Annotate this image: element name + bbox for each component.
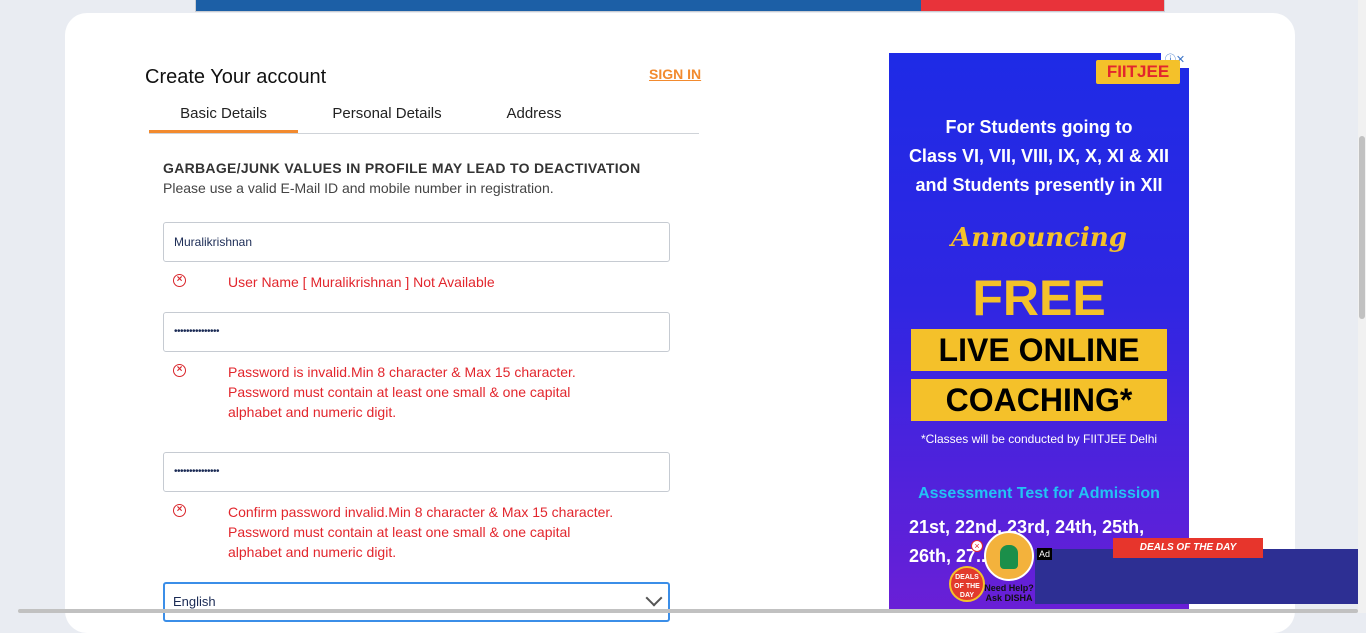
ad-coaching: COACHING* [911, 379, 1167, 421]
form-tabs: Basic Details Personal Details Address [149, 99, 699, 134]
top-ad-banner-accent [921, 0, 1164, 11]
tab-basic-details[interactable]: Basic Details [149, 99, 298, 133]
disha-avatar [984, 531, 1034, 581]
close-icon[interactable]: × [971, 540, 983, 552]
ad-note: *Classes will be conducted by FIITJEE De… [920, 432, 1158, 446]
confirm-password-error: Confirm password invalid.Min 8 character… [228, 504, 614, 560]
deals-badge[interactable]: DEALS OF THE DAY [949, 566, 985, 602]
username-error: User Name [ Muralikrishnan ] Not Availab… [228, 274, 495, 290]
ad-assessment: Assessment Test for Admission [918, 485, 1160, 502]
top-ad-banner[interactable] [195, 0, 1165, 12]
password-error: Password is invalid.Min 8 character & Ma… [228, 364, 576, 420]
chevron-down-icon [645, 589, 663, 607]
error-icon: × [173, 274, 186, 287]
warning-subtitle: Please use a valid E-Mail ID and mobile … [163, 180, 554, 196]
fiitjee-ad[interactable]: ⓘ✕ FIITJEE For Students going to Class V… [889, 53, 1189, 613]
error-icon: × [173, 504, 186, 517]
ad-live-online: LIVE ONLINE [911, 329, 1167, 371]
warning-title: GARBAGE/JUNK VALUES IN PROFILE MAY LEAD … [163, 160, 641, 176]
sign-in-link[interactable]: SIGN IN [649, 66, 701, 82]
language-select[interactable]: English [163, 582, 670, 622]
ad-free: FREE [972, 270, 1106, 326]
ad-brand-logo: FIITJEE [1096, 60, 1180, 84]
tab-address[interactable]: Address [479, 99, 589, 133]
disha-help-widget[interactable]: Need Help? Ask DISHA [983, 531, 1035, 606]
deals-of-the-day-banner[interactable]: DEALS OF THE DAY [1113, 538, 1263, 558]
ad-announcing: Announcing [951, 223, 1127, 253]
page-title: Create Your account [145, 66, 327, 88]
language-select-value: English [173, 594, 216, 609]
scrollbar-thumb[interactable] [1359, 136, 1365, 319]
ad-audience-text: For Students going to Class VI, VII, VII… [908, 117, 1170, 195]
confirm-password-input[interactable]: ••••••••••••••• [163, 452, 670, 492]
horizontal-scrollbar[interactable] [18, 609, 1358, 613]
vertical-scrollbar[interactable] [1358, 0, 1366, 613]
password-input[interactable]: ••••••••••••••• [163, 312, 670, 352]
username-input[interactable]: Muralikrishnan [163, 222, 670, 262]
ad-label: Ad [1037, 548, 1053, 560]
tab-personal-details[interactable]: Personal Details [309, 99, 465, 133]
error-icon: × [173, 364, 186, 377]
